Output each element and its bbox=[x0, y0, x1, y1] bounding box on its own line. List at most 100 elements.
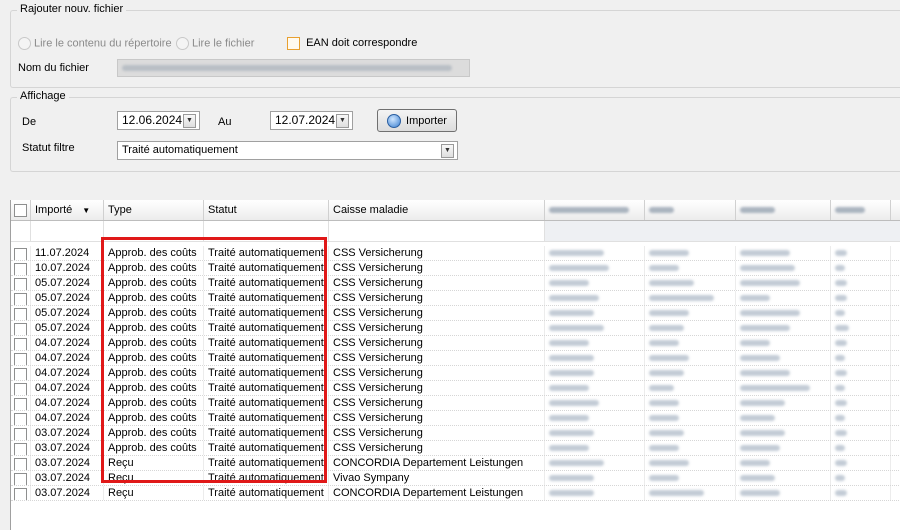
header-col8-blurred[interactable] bbox=[831, 200, 891, 220]
from-date-dropdown-icon[interactable]: ▼ bbox=[183, 114, 196, 128]
row-checkbox-cell[interactable] bbox=[11, 396, 31, 410]
header-type[interactable]: Type bbox=[104, 200, 204, 220]
row-checkbox[interactable] bbox=[14, 247, 27, 260]
select-all-cell[interactable] bbox=[11, 200, 31, 220]
ean-checkbox-container[interactable]: EAN doit correspondre bbox=[287, 37, 417, 50]
row-checkbox-cell[interactable] bbox=[11, 246, 31, 260]
header-insurer[interactable]: Caisse maladie bbox=[329, 200, 545, 220]
row-checkbox-cell[interactable] bbox=[11, 411, 31, 425]
row-checkbox-cell[interactable] bbox=[11, 441, 31, 455]
row-checkbox[interactable] bbox=[14, 262, 27, 275]
cell-insurer: CSS Versicherung bbox=[329, 396, 545, 410]
filter-cell[interactable] bbox=[31, 221, 104, 241]
radio-directory-circle[interactable] bbox=[18, 37, 31, 50]
cell-redacted bbox=[545, 426, 645, 440]
radio-directory-label: Lire le contenu du répertoire bbox=[34, 37, 172, 50]
status-filter-dropdown-icon[interactable]: ▼ bbox=[441, 144, 454, 158]
row-checkbox-cell[interactable] bbox=[11, 486, 31, 500]
header-col7-blurred[interactable] bbox=[736, 200, 831, 220]
from-date-value: 12.06.2024 bbox=[122, 113, 183, 127]
radio-read-directory[interactable]: Lire le contenu du répertoire bbox=[18, 37, 172, 50]
cell-redacted bbox=[831, 306, 891, 320]
filter-cell[interactable] bbox=[11, 221, 31, 241]
cell-redacted bbox=[831, 381, 891, 395]
table-row[interactable]: 03.07.2024 Reçu Traité automatiquement CONC… bbox=[11, 486, 900, 501]
row-checkbox-cell[interactable] bbox=[11, 471, 31, 485]
from-date-field[interactable]: 12.06.2024 ▼ bbox=[117, 111, 200, 130]
header-col5-blurred[interactable] bbox=[545, 200, 645, 220]
row-checkbox-cell[interactable] bbox=[11, 426, 31, 440]
sort-desc-icon[interactable]: ▼ bbox=[82, 206, 90, 215]
table-row[interactable]: 03.07.2024 Reçu Traité automatiquement CONC… bbox=[11, 456, 900, 471]
select-all-checkbox[interactable] bbox=[14, 203, 27, 217]
row-checkbox-cell[interactable] bbox=[11, 381, 31, 395]
row-checkbox[interactable] bbox=[14, 292, 27, 305]
import-button[interactable]: Importer bbox=[377, 109, 457, 132]
cell-imported: 05.07.2024 bbox=[31, 321, 104, 335]
row-checkbox-cell[interactable] bbox=[11, 456, 31, 470]
filter-cell[interactable] bbox=[104, 221, 204, 241]
table-row[interactable]: 04.07.2024 Approb. des coûts Traité automa… bbox=[11, 351, 900, 366]
row-checkbox[interactable] bbox=[14, 322, 27, 335]
row-checkbox[interactable] bbox=[14, 382, 27, 395]
row-checkbox-cell[interactable] bbox=[11, 321, 31, 335]
radio-read-file[interactable]: Lire le fichier bbox=[176, 37, 254, 50]
row-checkbox[interactable] bbox=[14, 397, 27, 410]
filter-cell[interactable] bbox=[204, 221, 329, 241]
redacted-value bbox=[740, 490, 780, 497]
cell-type: Approb. des coûts bbox=[104, 441, 204, 455]
header-status[interactable]: Statut bbox=[204, 200, 329, 220]
row-checkbox[interactable] bbox=[14, 367, 27, 380]
cell-redacted bbox=[736, 426, 831, 440]
row-checkbox[interactable] bbox=[14, 457, 27, 470]
table-row[interactable]: 04.07.2024 Approb. des coûts Traité automa… bbox=[11, 381, 900, 396]
row-checkbox-cell[interactable] bbox=[11, 306, 31, 320]
table-row[interactable]: 04.07.2024 Approb. des coûts Traité automa… bbox=[11, 396, 900, 411]
filter-cell-blurred[interactable] bbox=[545, 221, 900, 241]
header-col6-blurred[interactable] bbox=[645, 200, 736, 220]
row-checkbox[interactable] bbox=[14, 472, 27, 485]
table-row[interactable]: 03.07.2024 Reçu Traité automatiquement Viva… bbox=[11, 471, 900, 486]
grid-filter-row[interactable] bbox=[11, 221, 900, 242]
table-row[interactable]: 05.07.2024 Approb. des coûts Traité automa… bbox=[11, 276, 900, 291]
filename-field[interactable] bbox=[117, 59, 470, 77]
status-filter-select[interactable]: Traité automatiquement ▼ bbox=[117, 141, 458, 160]
row-checkbox-cell[interactable] bbox=[11, 276, 31, 290]
table-row[interactable]: 03.07.2024 Approb. des coûts Traité automa… bbox=[11, 426, 900, 441]
redacted-value bbox=[549, 265, 609, 272]
header-imported[interactable]: Importé ▼ bbox=[31, 200, 104, 220]
row-checkbox[interactable] bbox=[14, 442, 27, 455]
radio-file-circle[interactable] bbox=[176, 37, 189, 50]
row-checkbox-cell[interactable] bbox=[11, 261, 31, 275]
filter-cell[interactable] bbox=[329, 221, 545, 241]
table-row[interactable]: 10.07.2024 Approb. des coûts Traité automa… bbox=[11, 261, 900, 276]
row-checkbox-cell[interactable] bbox=[11, 291, 31, 305]
ean-checkbox[interactable] bbox=[287, 37, 300, 50]
documents-grid[interactable]: Importé ▼ Type Statut Caisse maladie 11.0… bbox=[10, 200, 900, 530]
cell-redacted bbox=[645, 441, 736, 455]
cell-type: Approb. des coûts bbox=[104, 276, 204, 290]
table-row[interactable]: 11.07.2024 Approb. des coûts Traité automa… bbox=[11, 246, 900, 261]
row-checkbox[interactable] bbox=[14, 352, 27, 365]
row-checkbox-cell[interactable] bbox=[11, 366, 31, 380]
table-row[interactable]: 04.07.2024 Approb. des coûts Traité automa… bbox=[11, 411, 900, 426]
cell-type: Approb. des coûts bbox=[104, 306, 204, 320]
row-checkbox[interactable] bbox=[14, 337, 27, 350]
row-checkbox[interactable] bbox=[14, 412, 27, 425]
redacted-value bbox=[740, 370, 790, 377]
table-row[interactable]: 04.07.2024 Approb. des coûts Traité automa… bbox=[11, 366, 900, 381]
row-checkbox[interactable] bbox=[14, 307, 27, 320]
to-date-field[interactable]: 12.07.2024 ▼ bbox=[270, 111, 353, 130]
row-checkbox[interactable] bbox=[14, 427, 27, 440]
table-row[interactable]: 03.07.2024 Approb. des coûts Traité automa… bbox=[11, 441, 900, 456]
table-row[interactable]: 04.07.2024 Approb. des coûts Traité automa… bbox=[11, 336, 900, 351]
table-row[interactable]: 05.07.2024 Approb. des coûts Traité automa… bbox=[11, 291, 900, 306]
to-date-dropdown-icon[interactable]: ▼ bbox=[336, 114, 349, 128]
row-checkbox[interactable] bbox=[14, 487, 27, 500]
row-checkbox-cell[interactable] bbox=[11, 336, 31, 350]
row-checkbox-cell[interactable] bbox=[11, 351, 31, 365]
cell-status: Traité automatiquement bbox=[204, 276, 329, 290]
table-row[interactable]: 05.07.2024 Approb. des coûts Traité automa… bbox=[11, 321, 900, 336]
table-row[interactable]: 05.07.2024 Approb. des coûts Traité automa… bbox=[11, 306, 900, 321]
row-checkbox[interactable] bbox=[14, 277, 27, 290]
